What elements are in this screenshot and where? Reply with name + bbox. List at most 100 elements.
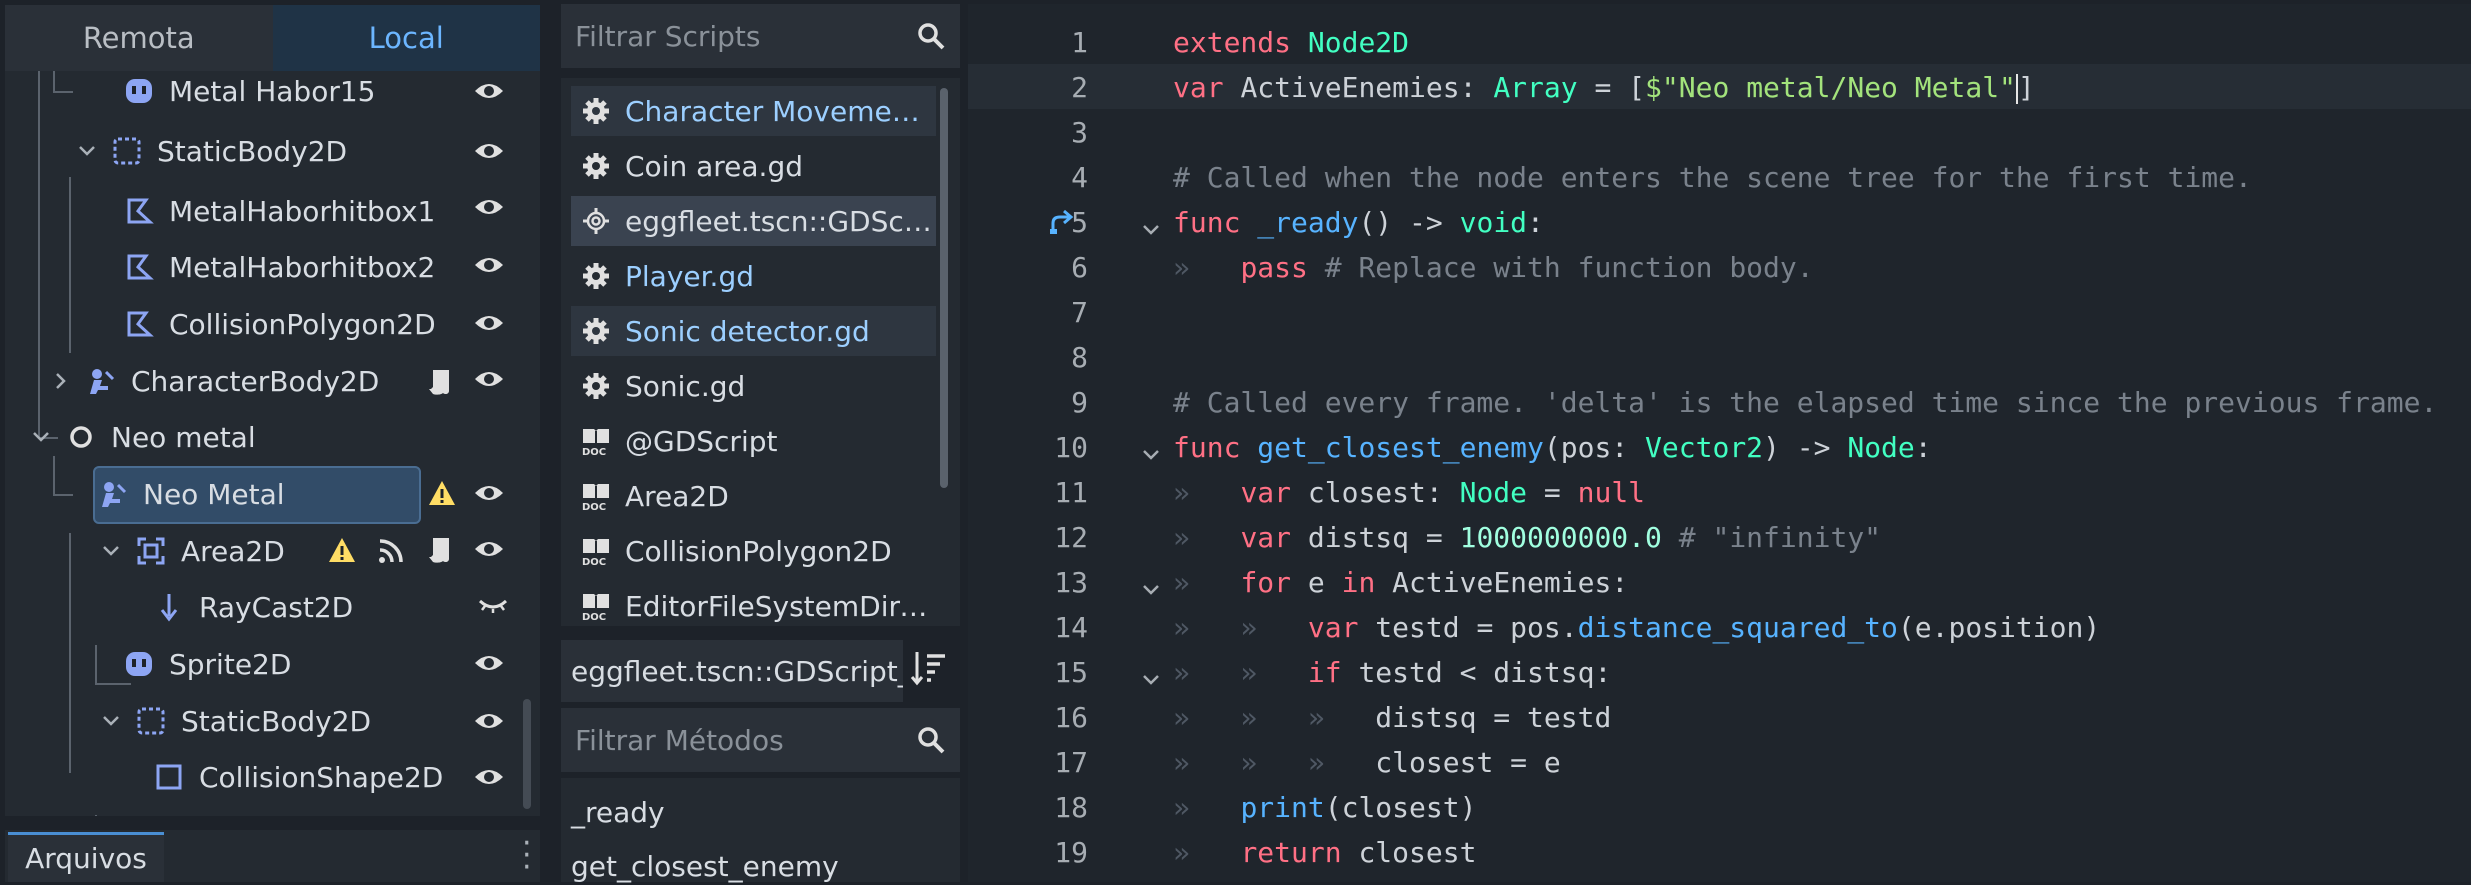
method-item[interactable]: get_closest_enemy [571,850,839,883]
method-item[interactable]: _ready [571,796,665,829]
warning-icon[interactable] [427,478,459,510]
script-item[interactable]: Sonic detector.gd [571,306,936,356]
tree-node-neo-metal[interactable]: Neo metal [29,409,540,465]
gear-icon [581,261,611,291]
visibility-eye-icon[interactable] [473,191,505,223]
line-number: 12 [1054,521,1088,554]
tree-scrollbar[interactable] [523,699,531,809]
chevron-down-icon[interactable] [99,705,123,737]
script-item[interactable]: Character Movement.... [571,86,936,136]
chevron-down-icon[interactable] [99,535,123,567]
code-line[interactable]: 1 extends Node2D [968,19,2471,64]
script-item[interactable]: DOC EditorFileSystemDirec... [571,581,936,626]
line-number: 4 [1071,161,1088,194]
tree-node-label: Neo metal [111,420,256,454]
script-icon[interactable] [427,367,455,401]
fold-chevron-icon[interactable] [1140,213,1162,235]
chevron-right-icon[interactable] [49,365,73,397]
visibility-hidden-icon[interactable] [477,595,509,619]
code-line[interactable]: 18 » print(closest) [968,784,2471,829]
sprite-icon [123,75,155,107]
visibility-eye-icon[interactable] [473,135,505,167]
code-line[interactable]: 9 # Called every frame. 'delta' is the e… [968,379,2471,424]
code-line[interactable]: 10 func get_closest_enemy(pos: Vector2) … [968,424,2471,469]
svg-text:DOC: DOC [582,502,606,511]
method-list: _ready get_closest_enemy [561,778,960,883]
script-item[interactable]: DOC @GDScript [571,416,936,466]
script-item[interactable]: Player.gd [571,251,936,301]
script-item[interactable]: DOC Area2D [571,471,936,521]
visibility-eye-icon[interactable] [473,75,505,107]
visibility-eye-icon[interactable] [473,761,505,793]
script-item[interactable]: DOC CollisionPolygon2D [571,526,936,576]
line-number: 15 [1054,656,1088,689]
code-line[interactable]: 13 » for e in ActiveEnemies: [968,559,2471,604]
script-item-selected[interactable]: eggfleet.tscn::GDScrip... [571,196,936,246]
fold-chevron-icon[interactable] [1140,663,1162,685]
script-list-panel: Filtrar Scripts Character Movement.... C… [557,0,962,883]
tree-node-neo-metal-selected[interactable]: Neo Metal [53,466,540,522]
code-line[interactable]: 17 » » » closest = e [968,739,2471,784]
code-line[interactable]: 7 [968,289,2471,334]
script-icon[interactable] [427,535,455,569]
gear-icon [581,371,611,401]
gear-outline-icon [581,206,611,236]
chevron-down-icon[interactable] [75,135,99,167]
line-number: 11 [1054,476,1088,509]
code-line[interactable]: 16 » » » distsq = testd [968,694,2471,739]
fold-chevron-icon[interactable] [1140,438,1162,460]
code-editor[interactable]: 1 extends Node2D 2 var ActiveEnemies: Ar… [968,4,2471,882]
code-line[interactable]: 3 [968,109,2471,154]
filter-scripts-placeholder: Filtrar Scripts [575,19,761,53]
tree-node-label: MetalHaborhitbox2 [169,250,436,284]
static-body-icon [135,705,167,737]
code-line[interactable]: 14 » » var testd = pos.distance_squared_… [968,604,2471,649]
tree-guide [53,91,73,93]
area2d-icon [135,535,167,567]
tree-node-label: MetalHaborhitbox1 [169,194,436,228]
tree-node-label: CharacterBody2D [131,364,380,398]
tab-remote[interactable]: Remota [5,5,273,71]
script-item[interactable]: Coin area.gd [571,141,936,191]
filter-methods-placeholder: Filtrar Métodos [575,723,784,757]
svg-text:DOC: DOC [582,612,606,621]
warning-icon[interactable] [327,535,359,567]
visibility-eye-icon[interactable] [473,249,505,281]
line-number: 2 [1071,71,1088,104]
sort-icon[interactable] [909,648,953,692]
script-item[interactable]: Sonic.gd [571,361,936,411]
line-number: 19 [1054,836,1088,869]
code-line[interactable]: 8 [968,334,2471,379]
tree-guide [53,71,55,91]
fold-chevron-icon[interactable] [1140,573,1162,595]
tab-local[interactable]: Local [272,5,540,71]
visibility-eye-icon[interactable] [473,647,505,679]
tree-node-label: Metal Habor15 [169,74,376,108]
tree-node-staticbody2d[interactable]: StaticBody2D [75,123,540,179]
signal-icon[interactable] [377,537,405,569]
tab-files[interactable]: Arquivos [8,832,164,882]
visibility-eye-icon[interactable] [473,363,505,395]
character-body-icon [85,365,117,397]
code-line[interactable]: 19 » return closest [968,829,2471,874]
code-line-current[interactable]: 2 var ActiveEnemies: Array = [$"Neo meta… [968,64,2471,109]
search-icon [916,21,946,51]
filter-methods-input[interactable]: Filtrar Métodos [561,708,960,772]
code-line[interactable]: 15 » » if testd < distsq: [968,649,2471,694]
visibility-eye-icon[interactable] [473,533,505,565]
script-list-scrollbar[interactable] [940,88,948,488]
code-line[interactable]: 6 » pass # Replace with function body. [968,244,2471,289]
scene-dock: Remota Local Metal Habor15 StaticBody2D [0,0,548,883]
code-line[interactable]: 12 » var distsq = 1000000000.0 # "infini… [968,514,2471,559]
chevron-down-icon[interactable] [29,421,53,453]
code-line[interactable]: 5 func _ready() -> void: [968,199,2471,244]
tree-guide [69,533,71,773]
code-line[interactable]: 4 # Called when the node enters the scen… [968,154,2471,199]
code-line[interactable]: 11 » var closest: Node = null [968,469,2471,514]
visibility-eye-icon[interactable] [473,477,505,509]
menu-kebab-icon[interactable]: · · · [522,829,532,883]
tree-node-characterbody2d[interactable]: CharacterBody2D [49,353,540,409]
visibility-eye-icon[interactable] [473,705,505,737]
visibility-eye-icon[interactable] [473,307,505,339]
filter-scripts-input[interactable]: Filtrar Scripts [561,4,960,68]
